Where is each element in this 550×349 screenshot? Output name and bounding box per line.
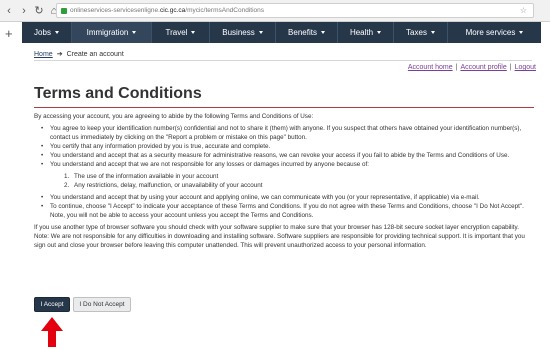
chevron-down-icon <box>519 31 524 34</box>
address-bar[interactable]: onlineservices-servicesenligne. cic.gc.ca… <box>56 3 534 18</box>
liability-list: 1. The use of the information available i… <box>34 172 534 190</box>
chevron-down-icon <box>258 31 263 34</box>
breadcrumb: Home ➔ Create an account <box>34 50 124 59</box>
list-item: You certify that any information provide… <box>34 142 534 151</box>
account-home-link[interactable]: Account home <box>408 64 453 71</box>
plus-icon[interactable]: + <box>5 26 13 41</box>
title-underline <box>34 107 534 108</box>
terms-content: By accessing your account, you are agree… <box>34 112 534 253</box>
account-links: Account home | Account profile | Logout <box>408 64 536 71</box>
logout-link[interactable]: Logout <box>515 64 536 71</box>
nav-label: Benefits <box>288 28 317 37</box>
list-item: 2. Any restrictions, delay, malfunction, … <box>34 181 534 190</box>
nav-label: Immigration <box>86 28 129 37</box>
nav-label: More services <box>465 28 516 37</box>
nav-health[interactable]: Health <box>338 22 394 43</box>
list-item: You understand and accept that we are no… <box>34 160 534 169</box>
arrow-right-icon: ➔ <box>56 51 63 58</box>
chevron-down-icon <box>377 31 382 34</box>
browser-toolbar: ‹ › ↻ ⌂ onlineservices-servicesenligne. c… <box>0 0 550 22</box>
terms-list-continued: You understand and accept that by using … <box>34 193 534 220</box>
closing-text: If you use another type of browser softw… <box>34 224 525 249</box>
forward-arrow-icon[interactable]: › <box>18 4 30 18</box>
nav-jobs[interactable]: Jobs <box>22 22 72 43</box>
url-host: cic.gc.ca <box>159 7 186 14</box>
separator: | <box>455 64 458 71</box>
breadcrumb-home-link[interactable]: Home <box>34 51 53 58</box>
accept-button[interactable]: I Accept <box>34 297 70 312</box>
back-arrow-icon[interactable]: ‹ <box>3 4 15 18</box>
nav-label: Jobs <box>34 28 51 37</box>
chevron-down-icon <box>191 31 196 34</box>
list-item: You understand and accept that as a secu… <box>34 151 534 160</box>
up-arrow-icon <box>41 317 63 347</box>
list-item: You understand and accept that by using … <box>34 193 534 202</box>
nav-label: Travel <box>165 28 188 37</box>
reload-icon[interactable]: ↻ <box>33 4 45 18</box>
left-gutter: + <box>0 22 22 349</box>
chevron-down-icon <box>54 31 59 34</box>
nav-benefits[interactable]: Benefits <box>276 22 338 43</box>
chevron-down-icon <box>320 31 325 34</box>
separator: | <box>509 64 512 71</box>
lock-icon <box>61 7 67 14</box>
item-text: The use of the information available in … <box>74 173 219 180</box>
nav-label: Taxes <box>406 28 427 37</box>
item-number: 2. <box>64 182 70 189</box>
account-profile-link[interactable]: Account profile <box>460 64 506 71</box>
item-number: 1. <box>64 173 70 180</box>
nav-label: Business <box>222 28 255 37</box>
intro-text: By accessing your account, you are agree… <box>34 113 314 120</box>
decline-button[interactable]: I Do Not Accept <box>73 297 131 312</box>
action-buttons: I Accept I Do Not Accept <box>34 297 131 312</box>
nav-label: Health <box>349 28 374 37</box>
nav-business[interactable]: Business <box>210 22 276 43</box>
list-item: To continue, choose "I Accept" to indica… <box>34 202 534 220</box>
nav-more-services[interactable]: More services <box>448 22 541 43</box>
page-title: Terms and Conditions <box>34 85 202 102</box>
chevron-down-icon <box>430 31 435 34</box>
nav-taxes[interactable]: Taxes <box>394 22 448 43</box>
terms-list: You agree to keep your identification nu… <box>34 124 534 169</box>
nav-immigration[interactable]: Immigration <box>72 22 152 43</box>
bookmark-star-icon[interactable]: ☆ <box>520 6 529 15</box>
breadcrumb-current: Create an account <box>66 50 124 58</box>
breadcrumb-divider <box>34 60 532 61</box>
url-prefix: onlineservices-servicesenligne. <box>70 7 160 14</box>
list-item: You agree to keep your identification nu… <box>34 124 534 142</box>
nav-travel[interactable]: Travel <box>152 22 210 43</box>
chevron-down-icon <box>132 31 137 34</box>
url-path: /mycic/termsAndConditions <box>185 7 265 14</box>
list-item: 1. The use of the information available i… <box>34 172 534 181</box>
main-nav: Jobs Immigration Travel Business Benefit… <box>22 22 541 43</box>
item-text: Any restrictions, delay, malfunction, or… <box>74 182 263 189</box>
